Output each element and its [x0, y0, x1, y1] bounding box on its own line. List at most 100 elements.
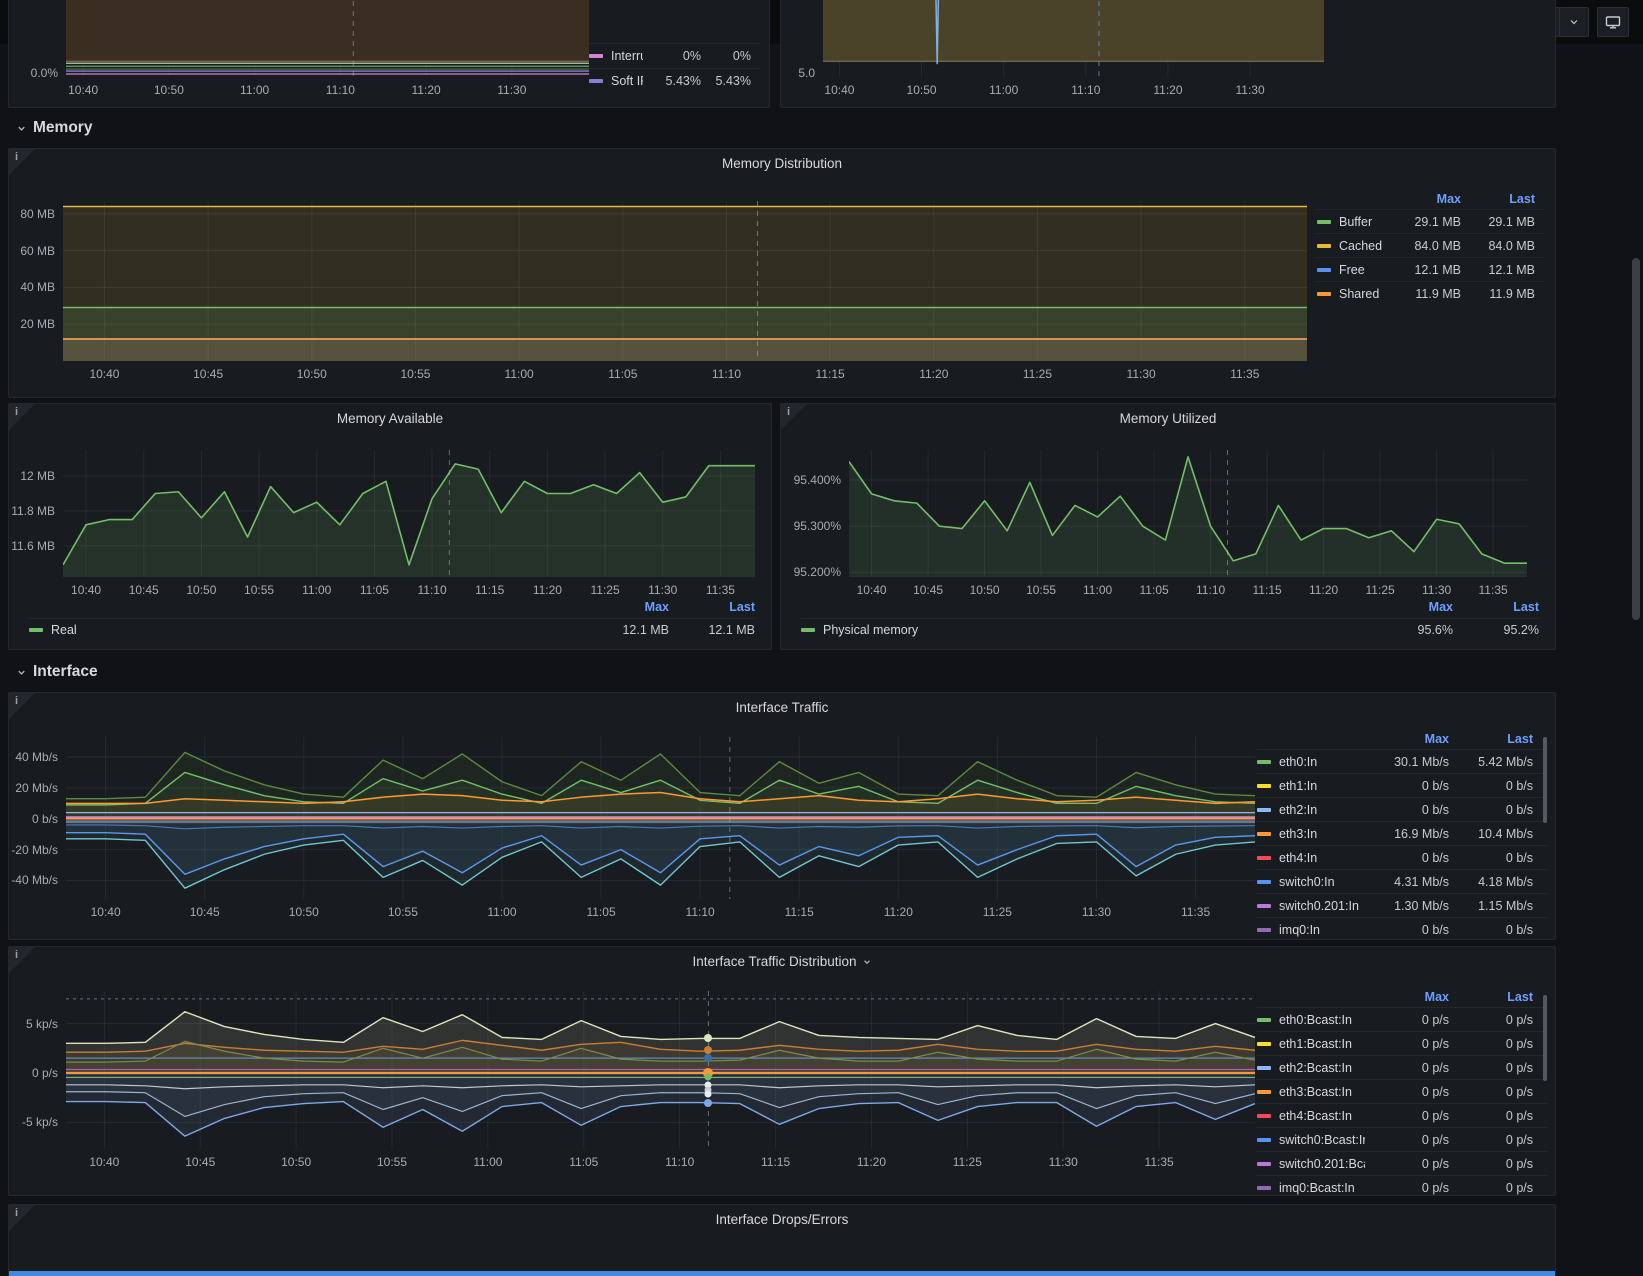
- legend-header-last[interactable]: Last: [669, 600, 755, 614]
- legend-series-name[interactable]: eth3:In: [1257, 827, 1365, 841]
- legend-series-name[interactable]: eth0:Bcast:In: [1257, 1013, 1365, 1027]
- y-axis-tick-label: 40 MB: [20, 280, 55, 294]
- panel-title[interactable]: Memory Utilized: [781, 411, 1555, 426]
- x-axis-tick-label: 11:25: [1023, 367, 1052, 381]
- legend-row: eth1:In0 b/s0 b/s: [1257, 773, 1547, 797]
- legend-swatch: [589, 54, 603, 58]
- legend-series-name[interactable]: Free: [1317, 263, 1389, 277]
- legend-series-name[interactable]: imq0:Bcast:In: [1257, 1181, 1365, 1195]
- legend-series-name[interactable]: Cached: [1317, 239, 1389, 253]
- memory-available-chart[interactable]: 11.6 MB11.8 MB12 MB10:4010:4510:5010:551…: [63, 450, 755, 577]
- legend-header-last[interactable]: Last: [1449, 990, 1533, 1004]
- legend-series-name[interactable]: eth1:In: [1257, 779, 1365, 793]
- legend-row: eth2:In0 b/s0 b/s: [1257, 797, 1547, 821]
- legend-series-name[interactable]: eth4:In: [1257, 851, 1365, 865]
- panel-interface-drops: Interface Drops/Errors: [8, 1204, 1556, 1276]
- legend-series-name[interactable]: switch0:Bcast:In: [1257, 1133, 1365, 1147]
- legend-swatch: [1257, 856, 1271, 860]
- chart-canvas[interactable]: [66, 737, 1255, 899]
- legend-series-name[interactable]: eth4:Bcast:In: [1257, 1109, 1365, 1123]
- legend-row: eth2:Bcast:In0 p/s0 p/s: [1257, 1055, 1547, 1079]
- legend-last-value: 12.1 MB: [669, 623, 755, 637]
- chart-canvas[interactable]: [823, 0, 1324, 77]
- chevron-down-icon: [1568, 16, 1580, 28]
- x-axis-tick-label: 11:25: [590, 583, 619, 597]
- cpu-chart[interactable]: 0.0%10:4010:5011:0011:1011:2011:30: [66, 0, 589, 77]
- tv-mode-button[interactable]: [1597, 7, 1629, 37]
- panel-title[interactable]: Memory Available: [9, 411, 771, 426]
- legend-scrollbar[interactable]: [1543, 737, 1547, 823]
- chart-canvas[interactable]: [63, 450, 755, 577]
- legend-series-name[interactable]: switch0.201:Bcast:In: [1257, 1157, 1365, 1171]
- y-axis-tick-label: 40 Mb/s: [15, 750, 58, 764]
- refresh-interval-dropdown[interactable]: [1559, 7, 1589, 37]
- x-axis-tick-label: 11:15: [816, 367, 845, 381]
- legend-max-value: 84.0 MB: [1389, 239, 1461, 253]
- chart-canvas[interactable]: [849, 450, 1527, 577]
- x-axis-tick-label: 11:25: [953, 1155, 982, 1169]
- legend-row: switch0.201:Bcast:In0 p/s0 p/s: [1257, 1151, 1547, 1175]
- legend-series-name[interactable]: Shared: [1317, 287, 1389, 301]
- legend-header-max[interactable]: Max: [1375, 600, 1453, 614]
- legend-series-name[interactable]: Interrupt: [589, 49, 643, 63]
- legend-last-value: 0 p/s: [1449, 1061, 1533, 1075]
- interface-traffic-chart[interactable]: -40 Mb/s-20 Mb/s0 b/s20 Mb/s40 Mb/s10:40…: [66, 737, 1255, 899]
- x-axis-tick-label: 11:15: [785, 905, 814, 919]
- legend-series-name[interactable]: Buffer: [1317, 215, 1389, 229]
- legend-last-value: 4.18 Mb/s: [1449, 875, 1533, 889]
- panel-title[interactable]: Interface Traffic: [9, 700, 1555, 715]
- page-scrollbar[interactable]: [1632, 258, 1640, 620]
- legend-swatch: [1257, 1018, 1271, 1022]
- section-row-memory[interactable]: Memory: [16, 114, 92, 142]
- legend-header-max[interactable]: Max: [1389, 192, 1461, 206]
- panel-title[interactable]: Interface Drops/Errors: [9, 1212, 1555, 1227]
- legend-header-last[interactable]: Last: [1453, 600, 1539, 614]
- chart-canvas[interactable]: [66, 991, 1255, 1149]
- memory-utilized-chart[interactable]: 95.200%95.300%95.400%10:4010:4510:5010:5…: [849, 450, 1527, 577]
- y-axis-tick-label: 20 MB: [20, 317, 55, 331]
- chart-canvas[interactable]: [66, 0, 589, 77]
- memory-utilized-legend: MaxLast Physical memory95.6%95.2%: [801, 596, 1539, 641]
- legend-series-name[interactable]: eth1:Bcast:In: [1257, 1037, 1365, 1051]
- legend-series-name[interactable]: imq0:In: [1257, 923, 1365, 937]
- legend-series-name[interactable]: Physical memory: [801, 623, 1375, 637]
- x-axis-tick-label: 11:05: [569, 1155, 598, 1169]
- memory-distribution-chart[interactable]: 20 MB40 MB60 MB80 MB10:4010:4510:5010:55…: [63, 201, 1307, 361]
- legend-row: Real12.1 MB12.1 MB: [29, 618, 755, 641]
- legend-row: Physical memory95.6%95.2%: [801, 618, 1539, 641]
- legend-series-name[interactable]: Soft IRQ: [589, 74, 643, 88]
- legend-row: eth0:In30.1 Mb/s5.42 Mb/s: [1257, 749, 1547, 773]
- chart-canvas[interactable]: [63, 201, 1307, 361]
- x-axis-tick-label: 11:20: [857, 1155, 886, 1169]
- legend-swatch: [29, 628, 43, 632]
- data-point-marker: [704, 1099, 712, 1107]
- x-axis-tick-label: 11:10: [417, 583, 446, 597]
- legend-series-name[interactable]: Real: [29, 623, 591, 637]
- system-chart[interactable]: 5.010:4010:5011:0011:1011:2011:30: [823, 0, 1324, 77]
- legend-series-name[interactable]: eth0:In: [1257, 755, 1365, 769]
- legend-header-last[interactable]: Last: [1461, 192, 1535, 206]
- legend-last-value: 29.1 MB: [1461, 215, 1535, 229]
- panel-title[interactable]: Interface Traffic Distribution: [9, 954, 1555, 969]
- section-row-interface[interactable]: Interface: [16, 658, 98, 686]
- panel-title[interactable]: Memory Distribution: [9, 156, 1555, 171]
- chevron-down-icon: [16, 123, 27, 134]
- y-axis-tick-label: 11.6 MB: [11, 539, 55, 553]
- legend-series-name[interactable]: eth2:In: [1257, 803, 1365, 817]
- legend-scrollbar[interactable]: [1543, 995, 1547, 1081]
- legend-header-max[interactable]: Max: [1365, 732, 1449, 746]
- memory-distribution-legend: MaxLastBuffer29.1 MB29.1 MBCached84.0 MB…: [1317, 189, 1545, 305]
- legend-header-max[interactable]: Max: [1365, 990, 1449, 1004]
- legend-series-name[interactable]: eth3:Bcast:In: [1257, 1085, 1365, 1099]
- legend-header-max[interactable]: Max: [591, 600, 669, 614]
- legend-max-value: 95.6%: [1375, 623, 1453, 637]
- x-axis-tick-label: 11:25: [1366, 583, 1395, 597]
- y-axis-tick-label: 80 MB: [20, 207, 55, 221]
- legend-series-name[interactable]: eth2:Bcast:In: [1257, 1061, 1365, 1075]
- x-axis-tick-label: 11:00: [989, 83, 1018, 97]
- legend-swatch: [589, 79, 603, 83]
- interface-traffic-distribution-chart[interactable]: 5 kp/s0 p/s-5 kp/s10:4010:4510:5010:5511…: [66, 991, 1255, 1149]
- legend-series-name[interactable]: switch0.201:In: [1257, 899, 1365, 913]
- legend-series-name[interactable]: switch0:In: [1257, 875, 1365, 889]
- legend-header-last[interactable]: Last: [1449, 732, 1533, 746]
